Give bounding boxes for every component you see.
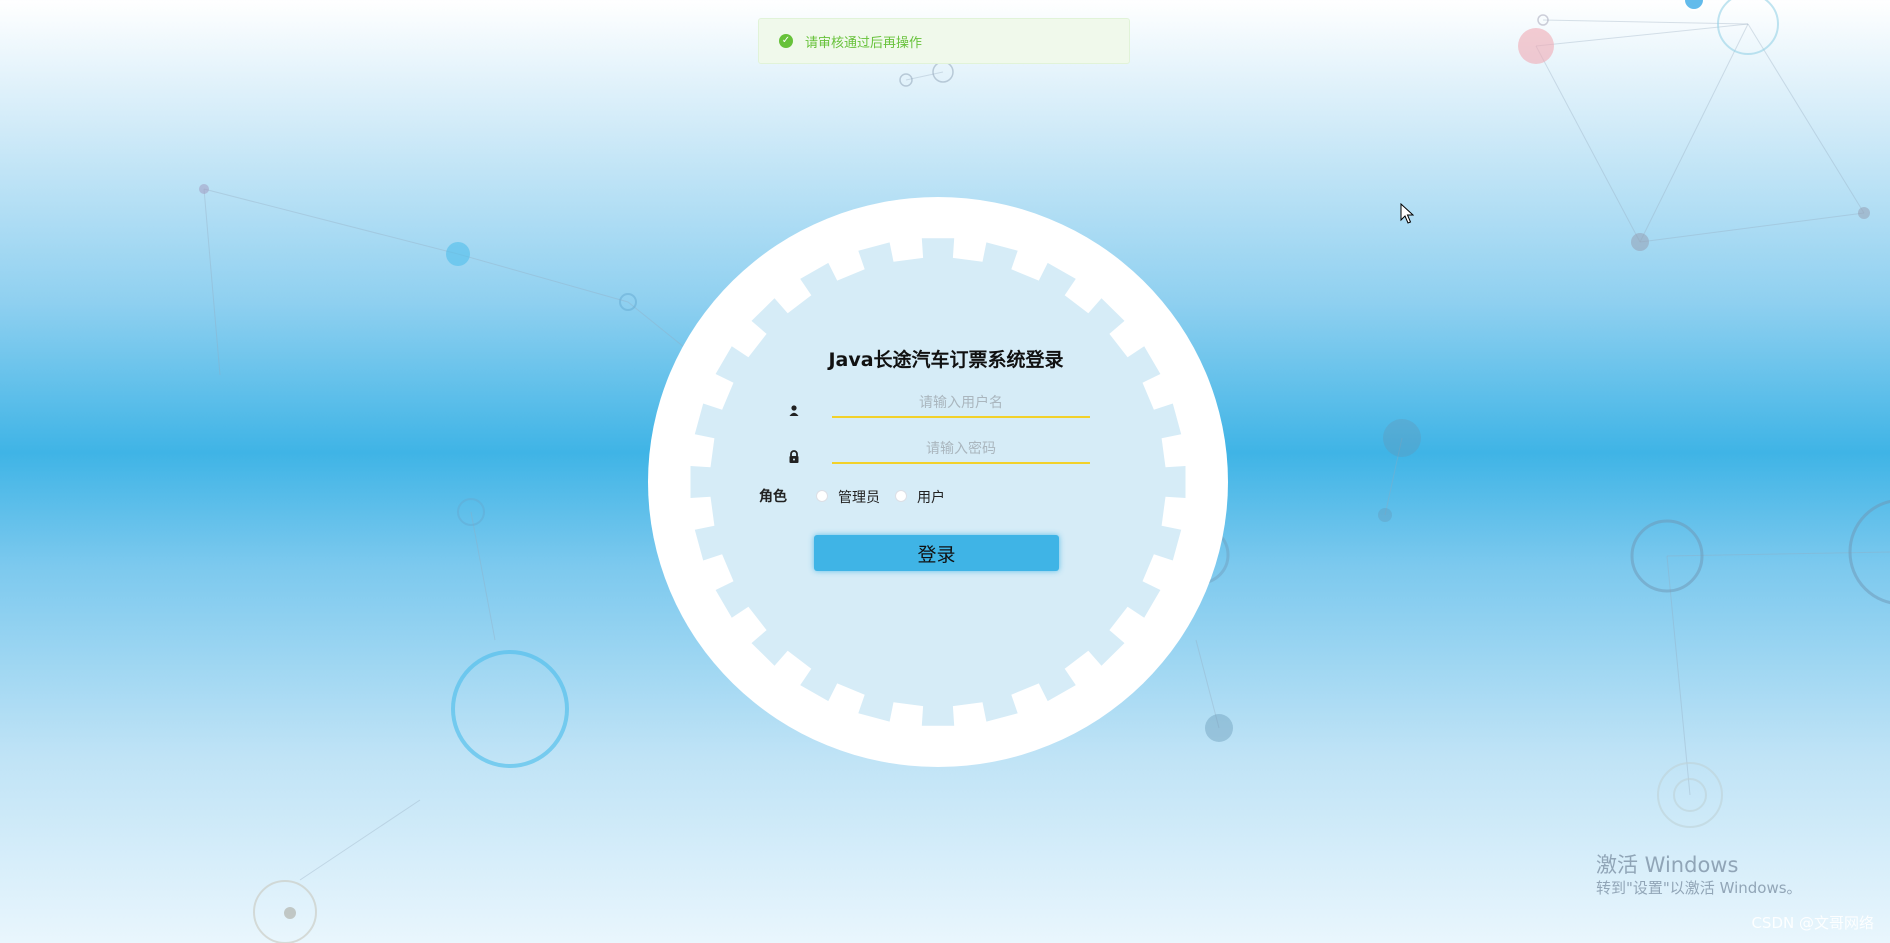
user-icon — [789, 405, 799, 416]
role-option-admin-label[interactable]: 管理员 — [838, 487, 880, 507]
role-option-user-label[interactable]: 用户 — [917, 487, 945, 507]
check-icon: ✓ — [779, 34, 793, 48]
windows-activation-title: 激活 Windows — [1596, 853, 1739, 877]
username-input[interactable] — [832, 390, 1090, 418]
login-button[interactable]: 登录 — [814, 535, 1059, 571]
password-input[interactable] — [832, 436, 1090, 464]
csdn-attribution: CSDN @文哥网络 — [1751, 914, 1874, 932]
toast-text: 请审核通过后再操作 — [805, 35, 923, 51]
windows-activation-subtitle: 转到"设置"以激活 Windows。 — [1596, 879, 1802, 897]
role-radio-user[interactable] — [895, 490, 907, 502]
lock-icon — [789, 450, 799, 463]
role-label: 角色 — [759, 489, 787, 505]
toast-message: ✓ 请审核通过后再操作 — [758, 18, 1130, 64]
role-radio-admin[interactable] — [816, 490, 828, 502]
gear-frame — [648, 197, 1228, 767]
page-title: Java长途汽车订票系统登录 — [828, 349, 1064, 371]
mouse-cursor-icon — [1400, 203, 1414, 224]
